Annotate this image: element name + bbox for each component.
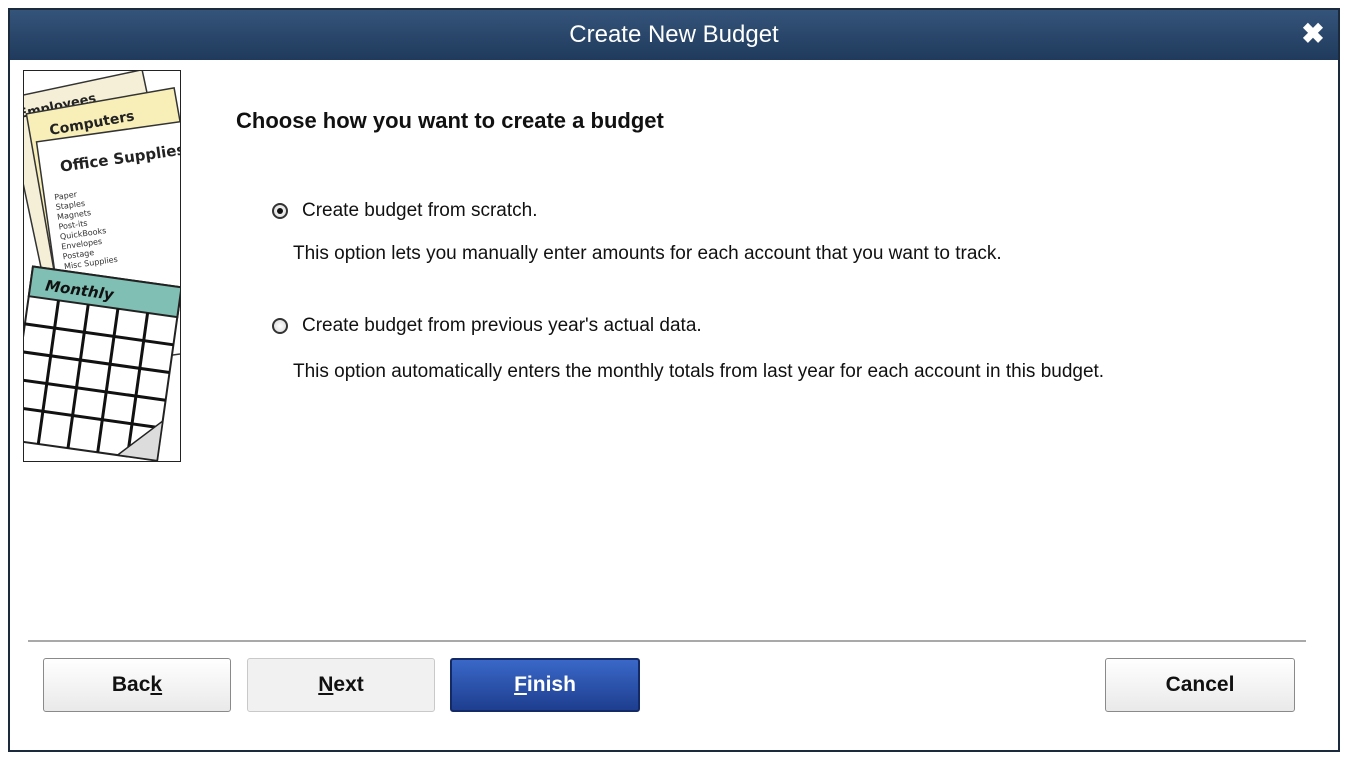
page-heading: Choose how you want to create a budget xyxy=(236,108,664,133)
finish-accelerator: F xyxy=(514,673,527,696)
option-previous-year-label: Create budget from previous year's actua… xyxy=(302,315,702,336)
option-from-scratch-description: This option lets you manually enter amou… xyxy=(293,243,1002,264)
cancel-button[interactable]: Cancel xyxy=(1105,658,1295,712)
office-supplies-illustration: Employees Computers Office Supplies Pape… xyxy=(24,71,180,461)
radio-from-scratch[interactable] xyxy=(272,203,288,219)
next-accelerator: N xyxy=(318,673,334,696)
back-accelerator: k xyxy=(150,673,163,696)
budget-illustration: Employees Computers Office Supplies Pape… xyxy=(23,70,181,462)
option-from-scratch[interactable]: Create budget from scratch. xyxy=(272,200,538,222)
option-from-scratch-label: Create budget from scratch. xyxy=(302,200,538,221)
option-previous-year[interactable]: Create budget from previous year's actua… xyxy=(272,315,702,337)
next-label: ext xyxy=(333,673,364,696)
create-budget-dialog: Create New Budget ✖ Employees Computers … xyxy=(8,8,1340,752)
button-separator xyxy=(28,640,1306,642)
option-previous-year-description: This option automatically enters the mon… xyxy=(293,361,1105,382)
dialog-title: Create New Budget xyxy=(569,21,779,48)
finish-button[interactable]: Finish xyxy=(450,658,640,712)
back-button[interactable]: Bac k xyxy=(43,658,231,712)
back-label: Bac xyxy=(111,673,151,696)
next-button[interactable]: Next xyxy=(247,658,435,712)
finish-label: inish xyxy=(526,673,576,696)
close-icon[interactable]: ✖ xyxy=(1300,20,1326,48)
title-bar: Create New Budget ✖ xyxy=(10,10,1338,60)
radio-previous-year[interactable] xyxy=(272,318,288,334)
